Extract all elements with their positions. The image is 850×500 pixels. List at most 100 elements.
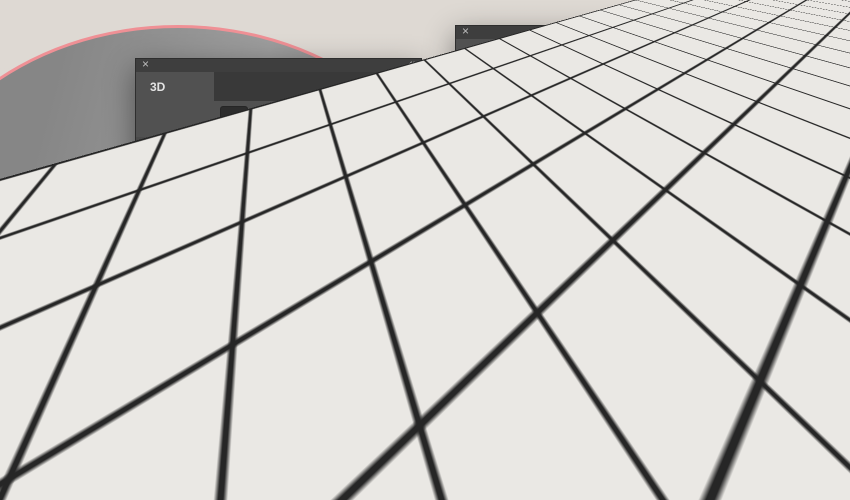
3d-row-marble-back-bevel[interactable]: Marble 后斜面材质 — [136, 297, 421, 317]
chevron-right-icon[interactable]: › — [163, 400, 166, 411]
visibility-eye-icon[interactable] — [141, 400, 157, 413]
collapse-icon[interactable]: « — [705, 25, 711, 38]
3d-panel-tabbar: 3D — [136, 72, 421, 102]
3d-row-marble-front-inflation[interactable]: Marble 前膨胀材质 — [136, 237, 421, 257]
3d-row-marble-back-inflation[interactable]: Marble 后膨胀材质 — [136, 317, 421, 337]
watermark-title: 百科全说 — [645, 386, 790, 426]
properties-titlebar: × « — [456, 25, 717, 40]
render-mesh-icon[interactable] — [226, 426, 240, 440]
constraint-icon: ◎ — [192, 340, 202, 353]
scrollbar[interactable] — [410, 143, 415, 333]
3d-row-current-view[interactable]: 当前视图 — [136, 177, 421, 197]
3d-row-scene[interactable]: 场景 — [136, 157, 421, 177]
scene-tree-icon — [170, 161, 182, 173]
watermark: 百科全说 助你轻松解决 — [613, 372, 822, 473]
row-label: 边界约束 2 — [210, 362, 269, 376]
material-icon — [192, 241, 203, 253]
row-label: 当前视图 — [222, 182, 271, 196]
visibility-eye-icon[interactable] — [141, 280, 157, 293]
diffuse-row: 漫射: — [456, 105, 717, 125]
material-icon — [192, 281, 203, 293]
menu-item-replace-texture[interactable]: 替换纹理... — [539, 197, 850, 216]
visibility-eye-icon[interactable] — [141, 200, 157, 213]
row-label: Marble 凸出材质 — [212, 282, 301, 296]
trash-icon[interactable] — [368, 423, 383, 438]
specular-label: 镜像: — [461, 131, 489, 145]
environment-icon: ☀ — [172, 140, 182, 153]
3d-row-environment[interactable]: ☀ 环境 — [136, 137, 421, 157]
illumination-color-swatch[interactable] — [496, 147, 524, 167]
specular-color-swatch[interactable] — [496, 126, 524, 146]
menu-item-home-texture[interactable]: home-2318457_960_720 — [539, 284, 850, 303]
ambient-color-swatch[interactable] — [496, 168, 524, 188]
material-ball-icon — [465, 73, 484, 92]
new-item-icon[interactable] — [310, 424, 324, 438]
3d-row-marble[interactable]: ∨ ✦ Marble — [136, 217, 421, 237]
visibility-eye-icon[interactable] — [141, 340, 157, 353]
folder-icon[interactable] — [684, 354, 705, 374]
visibility-eye-icon[interactable] — [141, 220, 157, 233]
material-header-label: 材质 — [492, 78, 519, 93]
row-label: 无限光 1 — [192, 202, 239, 216]
menu-item-new-texture[interactable]: 新建纹理... — [539, 178, 850, 197]
visibility-eye-icon[interactable] — [141, 240, 157, 253]
3d-row-marble-extrusion[interactable]: Marble 凸出材质 — [136, 277, 421, 297]
roughness-label: 粗糙度: — [461, 279, 501, 293]
3d-filter-row — [136, 101, 421, 137]
3d-panel-toolbar: × — [136, 416, 421, 446]
properties-tabbar: 属性 — [456, 39, 717, 69]
illumination-label: 发光: — [461, 152, 489, 166]
3d-row-rose-gold[interactable]: › ✦ Rose Gold — [136, 397, 421, 417]
menu-item-marble-extrusion[interactable]: Marble 凸出材质 - 默认纹理 — [539, 265, 850, 284]
3d-row-constraint-1[interactable]: ◎ 边界约束 1 — [136, 337, 421, 357]
menu-item-seamless-gold[interactable]: seamless_gold_texture_by_o_o_o_o_0_o_o_o… — [539, 303, 850, 322]
add-material-icon[interactable] — [277, 422, 297, 442]
chevron-down-icon[interactable]: ∨ — [161, 220, 168, 231]
filter-materials-icon[interactable] — [275, 106, 301, 132]
watermark-subtitle: 助你轻松解决 — [654, 435, 781, 457]
filter-lights-icon[interactable] — [299, 106, 325, 132]
light-icon: ☀ — [174, 200, 184, 213]
row-label: Marble 前斜面材质 — [212, 262, 313, 276]
menu-item-edit-uv[interactable]: 编辑 UV 属性... — [539, 148, 850, 167]
3d-row-constraint-2[interactable]: ◎ 边界约束 2 — [136, 357, 421, 377]
refraction-label: 折射: — [461, 398, 489, 412]
menu-item-edit-texture[interactable]: 编辑纹理... — [539, 129, 850, 148]
visibility-eye-icon[interactable] — [141, 260, 157, 273]
3d-row-infinite-light[interactable]: ☀ 无限光 1 — [136, 197, 421, 217]
tab-3d[interactable]: 3D — [136, 72, 214, 101]
panel-menu-icon[interactable] — [395, 81, 412, 92]
close-icon[interactable]: × — [142, 58, 149, 71]
row-label: 场景 — [188, 162, 213, 176]
diffuse-label: 漫射: — [461, 110, 489, 124]
row-label: Marble 前膨胀材质 — [212, 242, 313, 256]
opacity-value-field[interactable]: 100% — [626, 353, 674, 370]
visibility-eye-icon[interactable] — [141, 160, 157, 173]
visibility-eye-icon[interactable] — [141, 360, 157, 373]
menu-item-remove-texture[interactable]: 移去纹理 — [539, 216, 850, 235]
collapse-icon[interactable]: « — [409, 58, 415, 71]
tab-properties[interactable]: 属性 — [456, 39, 526, 68]
row-label: 默认相机 — [198, 382, 247, 396]
menu-item-marble[interactable]: Marble — [539, 246, 850, 265]
diffuse-color-swatch[interactable] — [496, 105, 524, 125]
visibility-eye-icon[interactable] — [141, 300, 157, 313]
row-label: Rose Gold — [198, 400, 255, 414]
visibility-eye-icon[interactable] — [141, 380, 157, 393]
bump-slider[interactable] — [464, 332, 711, 343]
visibility-eye-icon[interactable] — [141, 320, 157, 333]
visibility-eye-icon[interactable] — [141, 140, 157, 153]
panel-menu-icon[interactable] — [691, 49, 708, 60]
delete-item-icon[interactable]: × — [339, 424, 354, 441]
visibility-eye-icon[interactable] — [141, 180, 157, 193]
close-icon[interactable]: × — [462, 25, 469, 38]
3d-row-marble-front-bevel[interactable]: Marble 前斜面材质 — [136, 257, 421, 277]
filter-whole-scene-icon[interactable] — [220, 106, 248, 134]
opacity-label: 不透明度: — [461, 358, 513, 372]
material-icon — [192, 261, 203, 273]
filter-meshes-icon[interactable] — [249, 106, 275, 132]
3d-row-default-camera[interactable]: 默认相机 — [136, 377, 421, 397]
mesh-icon: ✦ — [174, 220, 184, 233]
row-label: Marble 后膨胀材质 — [212, 322, 313, 336]
add-light-icon[interactable] — [249, 424, 259, 438]
